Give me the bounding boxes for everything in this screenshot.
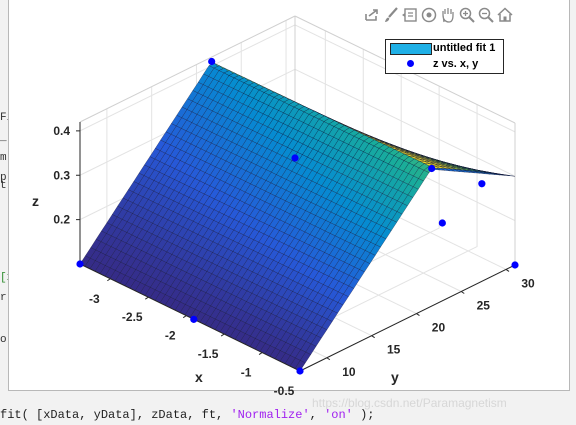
legend[interactable]: untitled fit 1 z vs. x, y [385, 39, 504, 74]
y-tick-label: 10 [342, 365, 356, 379]
legend-entry: z vs. x, y [386, 57, 503, 72]
y-tick-mark [371, 335, 375, 339]
surface-swatch [390, 43, 432, 55]
x-tick-label: -2 [165, 329, 176, 343]
x-tick-label: -1 [241, 366, 252, 380]
x-axis-label: x [195, 369, 203, 385]
x-tick-label: -3 [89, 292, 100, 306]
x-tick-label: -0.5 [274, 384, 295, 398]
data-point [208, 57, 216, 66]
x-tick-label: -2.5 [122, 310, 143, 324]
x-tick-mark [258, 352, 263, 355]
point-marker [407, 60, 414, 67]
x-tick-mark [182, 315, 187, 319]
data-point [438, 219, 446, 227]
y-tick-label: 15 [387, 343, 401, 357]
z-axis-label: z [32, 193, 39, 209]
data-point [511, 261, 519, 269]
data-point [76, 260, 84, 268]
y-tick-mark [326, 357, 331, 361]
x-tick-mark [107, 278, 111, 282]
y-axis-label: y [391, 369, 399, 385]
y-tick-label: 30 [521, 276, 535, 290]
y-tick-mark [505, 269, 510, 272]
y-tick-mark [416, 313, 420, 316]
data-point [478, 180, 486, 188]
z-tick-label: 0.4 [53, 124, 70, 138]
y-tick-label: 20 [432, 321, 446, 335]
data-point [291, 154, 299, 162]
y-tick-label: 25 [477, 299, 491, 313]
y-tick-mark [460, 291, 465, 294]
legend-entry: untitled fit 1 [386, 41, 503, 56]
x-tick-label: -1.5 [198, 347, 219, 361]
legend-label: z vs. x, y [433, 58, 479, 70]
data-point [190, 315, 198, 323]
z-tick-label: 0.2 [53, 213, 70, 227]
data-point [296, 367, 304, 375]
x-tick-mark [144, 296, 149, 300]
data-point [428, 164, 436, 173]
z-tick-label: 0.3 [53, 168, 70, 182]
x-tick-mark [220, 333, 225, 337]
legend-label: untitled fit 1 [433, 42, 496, 54]
